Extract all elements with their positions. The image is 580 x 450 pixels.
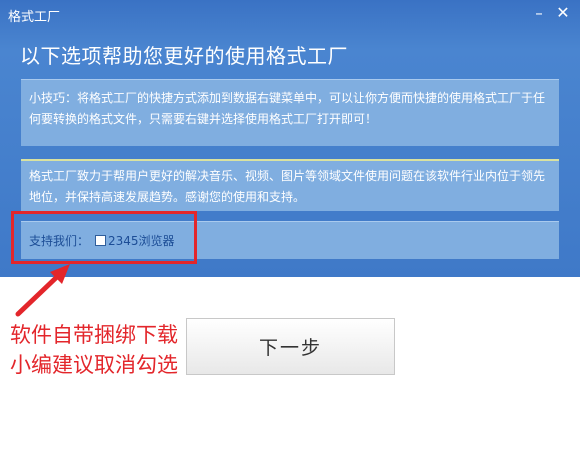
window-title: 格式工厂 bbox=[8, 10, 61, 25]
annotation-line-1: 软件自带捆绑下载 bbox=[10, 323, 178, 347]
annotation-line-2: 小编建议取消勾选 bbox=[10, 353, 178, 377]
about-text: 格式工厂致力于帮用户更好的解决音乐、视频、图片等领域文件使用问题在该软件行业内位… bbox=[29, 169, 546, 204]
tip-panel: 小技巧：将格式工厂的快捷方式添加到数据右键菜单中，可以让你方便而快捷的使用格式工… bbox=[21, 79, 559, 146]
title-bar[interactable]: 格式工厂 – ✕ bbox=[0, 0, 580, 28]
tip-text: 小技巧：将格式工厂的快捷方式添加到数据右键菜单中，可以让你方便而快捷的使用格式工… bbox=[29, 91, 546, 126]
installer-window: 格式工厂 – ✕ 以下选项帮助您更好的使用格式工厂 小技巧：将格式工厂的快捷方式… bbox=[0, 0, 580, 450]
minimize-icon[interactable]: – bbox=[528, 3, 550, 23]
annotation-text: 软件自带捆绑下载 小编建议取消勾选 bbox=[10, 320, 178, 380]
about-panel: 格式工厂致力于帮用户更好的解决音乐、视频、图片等领域文件使用问题在该软件行业内位… bbox=[21, 159, 559, 211]
annotation-arrow bbox=[15, 264, 70, 317]
next-button[interactable]: 下一步 bbox=[186, 318, 395, 375]
close-icon[interactable]: ✕ bbox=[552, 3, 574, 23]
page-heading: 以下选项帮助您更好的使用格式工厂 bbox=[20, 44, 348, 68]
annotation-highlight-box bbox=[11, 211, 197, 264]
